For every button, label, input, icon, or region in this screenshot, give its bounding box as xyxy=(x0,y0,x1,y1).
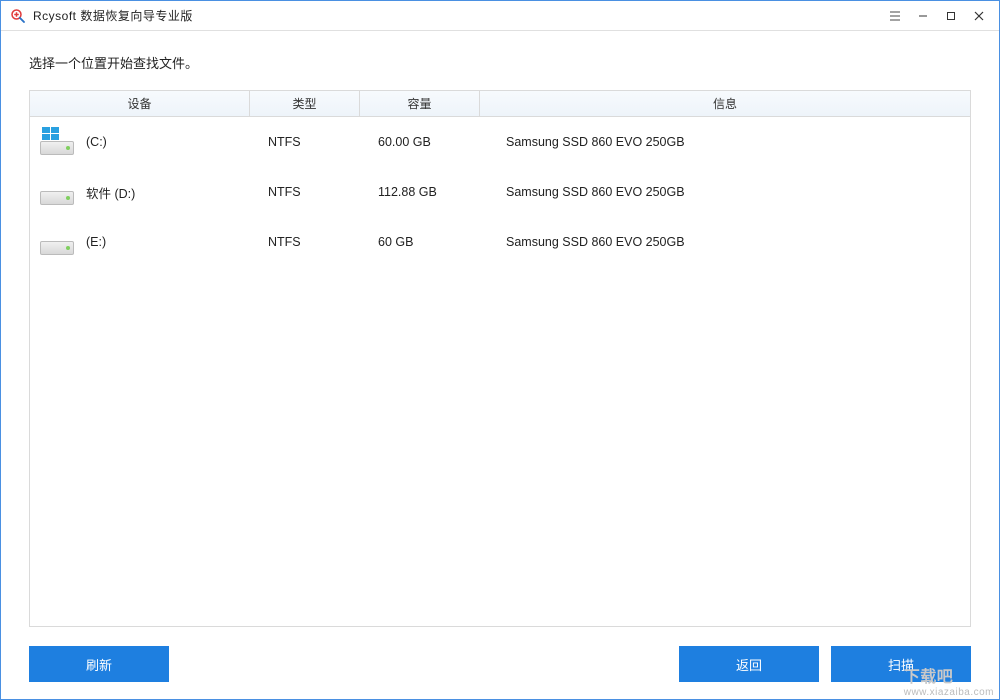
header-type: 类型 xyxy=(250,91,360,116)
drive-info: Samsung SSD 860 EVO 250GB xyxy=(480,185,970,199)
drive-label: (E:) xyxy=(86,235,106,249)
close-button[interactable] xyxy=(965,1,993,31)
drive-info: Samsung SSD 860 EVO 250GB xyxy=(480,235,970,249)
footer-bar: 刷新 返回 扫描 xyxy=(1,639,999,699)
maximize-button[interactable] xyxy=(937,1,965,31)
table-body: (C:)NTFS60.00 GBSamsung SSD 860 EVO 250G… xyxy=(30,117,970,626)
window-title: Rcysoft 数据恢复向导专业版 xyxy=(33,7,193,24)
menu-button[interactable] xyxy=(881,1,909,31)
table-row[interactable]: (E:) NTFS60 GBSamsung SSD 860 EVO 250GB xyxy=(30,217,970,267)
drive-size: 60 GB xyxy=(360,235,480,249)
drive-type: NTFS xyxy=(250,185,360,199)
scan-button[interactable]: 扫描 xyxy=(831,646,971,682)
instruction-text: 选择一个位置开始查找文件。 xyxy=(29,53,971,72)
drive-icon xyxy=(38,227,76,257)
drive-label: (C:) xyxy=(86,135,107,149)
drive-icon xyxy=(38,177,76,207)
minimize-button[interactable] xyxy=(909,1,937,31)
drive-size: 60.00 GB xyxy=(360,135,480,149)
main-content: 选择一个位置开始查找文件。 设备 类型 容量 信息 (C:)NTFS60.00 … xyxy=(1,31,999,639)
drive-table: 设备 类型 容量 信息 (C:)NTFS60.00 GBSamsung SSD … xyxy=(29,90,971,627)
drive-type: NTFS xyxy=(250,135,360,149)
refresh-button[interactable]: 刷新 xyxy=(29,646,169,682)
app-logo-icon xyxy=(9,7,27,25)
header-info: 信息 xyxy=(480,91,970,116)
header-size: 容量 xyxy=(360,91,480,116)
drive-label: 软件 (D:) xyxy=(86,183,135,202)
drive-size: 112.88 GB xyxy=(360,185,480,199)
table-row[interactable]: (C:) NTFS60.00 GBSamsung SSD 860 EVO 250G… xyxy=(30,117,970,167)
title-bar: Rcysoft 数据恢复向导专业版 xyxy=(1,1,999,31)
drive-info: Samsung SSD 860 EVO 250GB xyxy=(480,135,970,149)
back-button[interactable]: 返回 xyxy=(679,646,819,682)
header-device: 设备 xyxy=(30,91,250,116)
system-drive-icon xyxy=(38,127,76,157)
drive-type: NTFS xyxy=(250,235,360,249)
table-header: 设备 类型 容量 信息 xyxy=(30,91,970,117)
table-row[interactable]: 软件 (D:) NTFS112.88 GBSamsung SSD 860 EVO … xyxy=(30,167,970,217)
